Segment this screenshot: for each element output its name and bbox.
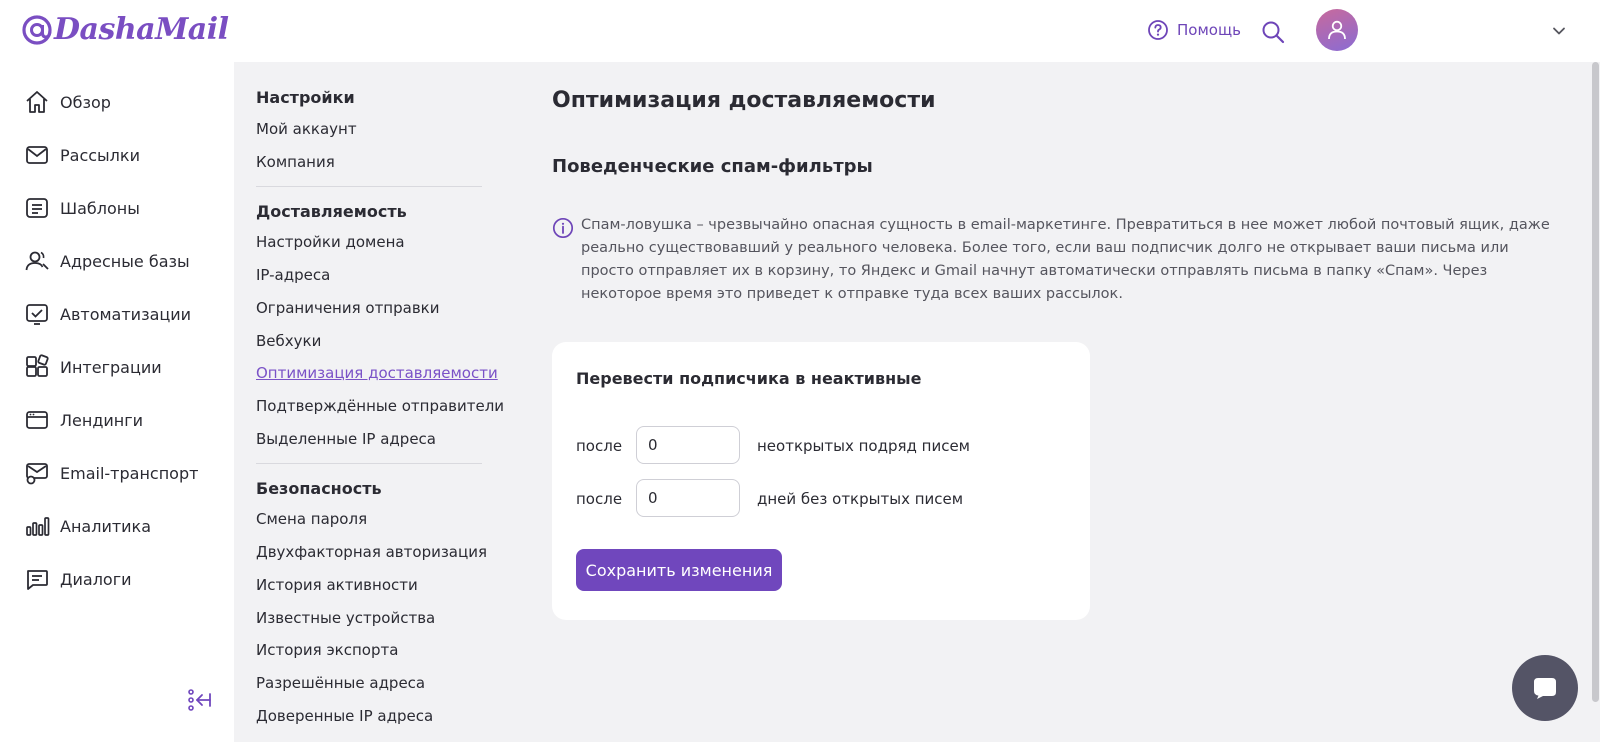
chat-widget-button[interactable] <box>1512 655 1578 721</box>
unopened-emails-input[interactable] <box>636 426 740 464</box>
logo[interactable]: DashaMail <box>20 12 229 47</box>
submenu-item-webhooks[interactable]: Вебхуки <box>256 332 321 350</box>
submenu-item-my-account[interactable]: Мой аккаунт <box>256 120 357 138</box>
template-icon <box>26 198 48 218</box>
submenu-group-title: Доставляемость <box>256 202 407 221</box>
nav-label: Email-транспорт <box>60 463 199 483</box>
days-without-opens-input[interactable] <box>636 479 740 517</box>
nav-item-overview[interactable]: Обзор <box>24 88 111 116</box>
at-logo-icon <box>22 14 52 45</box>
submenu-item-dedicated-ip[interactable]: Выделенные IP адреса <box>256 430 436 448</box>
card-title: Перевести подписчика в неактивные <box>576 369 922 388</box>
save-button[interactable]: Сохранить изменения <box>576 549 782 591</box>
page-title: Оптимизация доставляемости <box>552 88 936 113</box>
contacts-icon <box>25 251 49 271</box>
transport-icon <box>26 463 48 485</box>
dialogs-icon <box>27 570 48 590</box>
analytics-icon <box>26 517 50 536</box>
nav-label: Адресные базы <box>60 251 190 271</box>
submenu-item-trusted-ip[interactable]: Доверенные IP адреса <box>256 707 433 725</box>
user-icon <box>1328 20 1346 40</box>
submenu-item-allowed-addresses[interactable]: Разрешённые адреса <box>256 674 425 692</box>
left-nav: Обзор Рассылки Шаблоны Адресные базы Авт… <box>0 62 234 742</box>
submenu-item-known-devices[interactable]: Известные устройства <box>256 609 435 627</box>
submenu-group-title: Настройки <box>256 88 355 107</box>
info-text: Спам-ловушка – чрезвычайно опасная сущно… <box>581 217 1550 302</box>
automation-icon <box>26 304 48 325</box>
nav-item-analytics[interactable]: Аналитика <box>24 512 151 540</box>
nav-item-dialogs[interactable]: Диалоги <box>24 565 132 593</box>
nav-label: Автоматизации <box>60 304 192 324</box>
logo-text: DashaMail <box>54 12 229 47</box>
row1-suffix: неоткрытых подряд писем <box>757 437 970 455</box>
submenu-item-domain-settings[interactable]: Настройки домена <box>256 233 405 251</box>
nav-item-templates[interactable]: Шаблоны <box>24 194 140 222</box>
section-title: Поведенческие спам-фильтры <box>552 156 873 177</box>
submenu-item-sending-limits[interactable]: Ограничения отправки <box>256 299 439 317</box>
home-icon <box>26 91 48 113</box>
submenu-item-two-factor[interactable]: Двухфакторная авторизация <box>256 543 487 561</box>
nav-label: Лендинги <box>60 410 144 430</box>
collapse-sidebar-icon[interactable] <box>186 686 214 714</box>
scrollbar-thumb[interactable] <box>1592 62 1599 702</box>
landing-icon <box>26 411 48 429</box>
main-content: Оптимизация доставляемости Поведенческие… <box>518 62 1600 742</box>
submenu-item-change-password[interactable]: Смена пароля <box>256 510 367 528</box>
mail-icon <box>26 146 48 164</box>
submenu-item-activity-history[interactable]: История активности <box>256 576 418 594</box>
submenu-item-deliverability-optimization[interactable]: Оптимизация доставляемости <box>256 364 498 382</box>
submenu-item-ip-addresses[interactable]: IP-адреса <box>256 266 330 284</box>
nav-item-address-books[interactable]: Адресные базы <box>24 247 190 275</box>
settings-submenu: Настройки Мой аккаунт Компания Доставляе… <box>234 62 518 742</box>
nav-item-automations[interactable]: Автоматизации <box>24 300 191 328</box>
nav-item-landings[interactable]: Лендинги <box>24 406 143 434</box>
nav-label: Шаблоны <box>60 198 140 218</box>
chat-bubble-icon <box>1534 678 1556 699</box>
submenu-divider <box>256 186 482 187</box>
integrations-icon <box>26 354 49 377</box>
nav-label: Рассылки <box>60 145 140 165</box>
submenu-divider <box>256 463 482 464</box>
chevron-down-icon[interactable] <box>1550 22 1568 40</box>
top-bar: DashaMail Помощь <box>0 0 1600 62</box>
question-circle-icon <box>1148 20 1168 40</box>
avatar[interactable] <box>1316 9 1358 51</box>
submenu-group-title: Безопасность <box>256 479 382 498</box>
scrollbar[interactable] <box>1590 62 1600 742</box>
row2-suffix: дней без открытых писем <box>757 490 964 508</box>
inactive-subscriber-card: Перевести подписчика в неактивные после … <box>552 342 1090 620</box>
nav-item-integrations[interactable]: Интеграции <box>24 353 162 381</box>
help-link[interactable]: Помощь <box>1147 19 1241 41</box>
info-icon <box>552 217 574 239</box>
help-label: Помощь <box>1177 21 1241 39</box>
row2-prefix: после <box>576 490 623 508</box>
nav-item-email-transport[interactable]: Email-транспорт <box>24 459 198 487</box>
nav-label: Аналитика <box>60 516 152 536</box>
nav-label: Интеграции <box>60 357 162 377</box>
submenu-item-company[interactable]: Компания <box>256 153 335 171</box>
nav-label: Диалоги <box>60 569 132 589</box>
nav-item-mailings[interactable]: Рассылки <box>24 141 140 169</box>
row1-prefix: после <box>576 437 623 455</box>
submenu-item-confirmed-senders[interactable]: Подтверждённые отправители <box>256 397 504 415</box>
search-icon[interactable] <box>1260 19 1286 45</box>
nav-label: Обзор <box>60 92 111 112</box>
submenu-item-export-history[interactable]: История экспорта <box>256 641 398 659</box>
